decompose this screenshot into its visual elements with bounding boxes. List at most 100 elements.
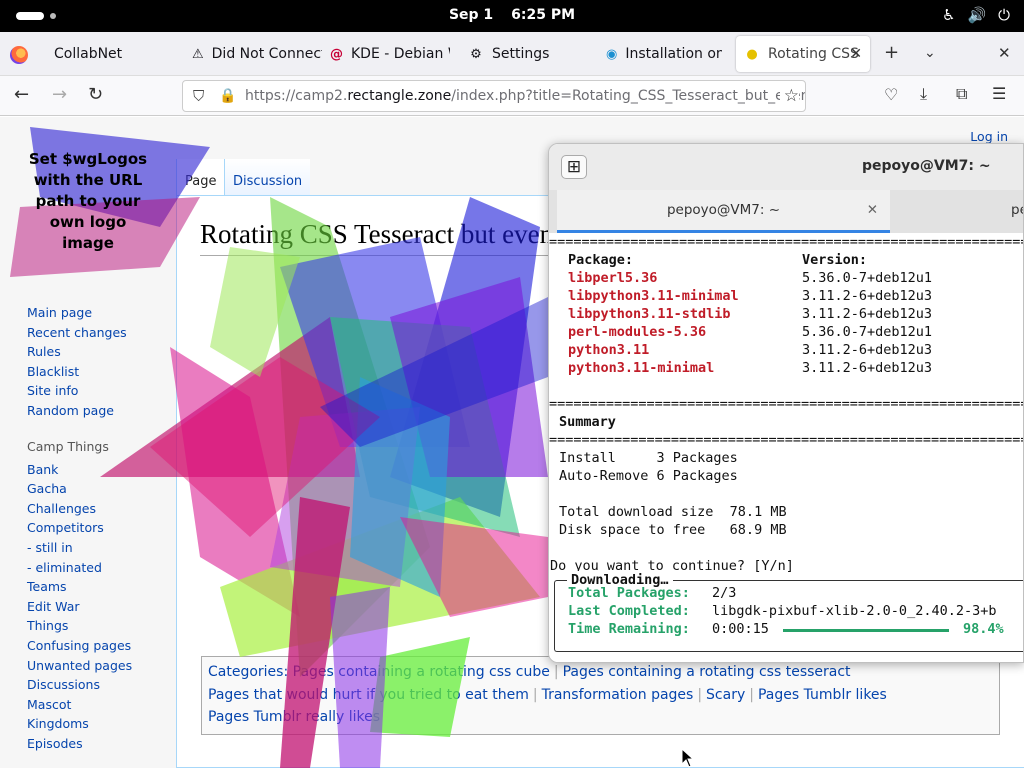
sidebar-link[interactable]: Things xyxy=(27,616,132,636)
sidebar-link[interactable]: Bank xyxy=(27,460,132,480)
tab-settings[interactable]: ⚙ Settings xyxy=(468,36,588,72)
url-path: /index.php?title=Rotating_CSS_Tesseract_… xyxy=(451,88,805,104)
sidebar-link[interactable]: Competitors xyxy=(27,518,132,538)
extensions-icon[interactable]: ⧉ xyxy=(956,84,967,104)
sidebar-link[interactable]: Teams xyxy=(27,577,132,597)
download-icon[interactable]: ⤓ xyxy=(920,84,927,104)
tab-kde-debian[interactable]: @ KDE - Debian Wiki xyxy=(330,36,450,72)
new-tab-icon[interactable]: + xyxy=(884,42,899,63)
category-link[interactable]: Transformation pages xyxy=(542,687,694,703)
sidebar-heading-camp: Camp Things xyxy=(27,438,109,454)
col-version: Version: xyxy=(802,252,868,268)
chevron-down-icon[interactable]: ⌄ xyxy=(924,45,936,61)
terminal-tab-2[interactable]: pe xyxy=(1011,190,1023,230)
address-bar[interactable]: ⛉ 🔒 https://camp2.rectangle.zone/index.p… xyxy=(182,80,806,112)
sidebar-link[interactable]: Random page xyxy=(27,401,132,421)
sidebar-link[interactable]: Gacha xyxy=(27,479,132,499)
package-version: 5.36.0-7+deb12u1 xyxy=(802,270,933,286)
back-icon[interactable]: ← xyxy=(14,84,29,105)
package-name: libpython3.11-minimal xyxy=(568,288,739,304)
debian-icon: @ xyxy=(330,46,343,62)
forward-icon[interactable]: → xyxy=(52,84,67,105)
terminal-tabs: pepoyo@VM7: ~ ✕ pe xyxy=(549,190,1023,233)
rule-line: ========================================… xyxy=(549,432,1023,448)
rule-line: ========================================… xyxy=(549,234,1023,250)
tab-label: Installation on Debian xyxy=(625,46,722,62)
total-packages-value: 2/3 xyxy=(712,585,737,601)
sidebar-link[interactable]: Mascot xyxy=(27,695,132,715)
tab-label: CollabNet xyxy=(54,46,123,62)
sidebar-link[interactable]: Recent changes xyxy=(27,323,132,343)
download-progress-bar xyxy=(783,629,949,632)
volume-icon[interactable]: 🔊 xyxy=(967,6,986,24)
terminal-header[interactable]: ⊞ pepoyo@VM7: ~ xyxy=(549,144,1023,190)
category-link[interactable]: Pages Tumblr really likes xyxy=(208,709,380,725)
sidebar-link[interactable]: Confusing pages xyxy=(27,636,132,656)
tab-did-not-connect[interactable]: ⚠ Did Not Connect xyxy=(192,36,322,72)
package-name: python3.11 xyxy=(568,342,650,358)
sidebar-link[interactable]: Main page xyxy=(27,303,132,323)
login-link[interactable]: Log in xyxy=(970,129,1008,144)
sidebar-link[interactable]: Unwanted pages xyxy=(27,656,132,676)
sidebar-link[interactable]: - still in xyxy=(27,538,132,558)
sidebar-link[interactable]: Kingdoms xyxy=(27,714,132,734)
pocket-icon[interactable]: ♡ xyxy=(884,85,898,104)
gear-icon: ⚙ xyxy=(470,46,482,62)
bookmark-star-icon[interactable]: ☆ xyxy=(779,81,799,111)
sidebar-link[interactable]: Challenges xyxy=(27,499,132,519)
download-size-line: Total download size 78.1 MB xyxy=(559,504,787,520)
category-separator: | xyxy=(749,686,754,703)
category-link[interactable]: Pages containing a rotating css cube xyxy=(293,664,550,680)
package-version: 3.11.2-6+deb12u3 xyxy=(802,288,933,304)
close-window-icon[interactable]: ✕ xyxy=(998,44,1011,62)
wiki-page: Page Discussion Log in Rotating CSS Tess… xyxy=(0,117,1024,768)
tab-rotating-css[interactable]: ● Rotating CSS ✕ xyxy=(736,36,870,72)
firefox-icon[interactable] xyxy=(10,46,28,64)
tab-discussion[interactable]: Discussion xyxy=(225,159,311,195)
last-completed-label: Last Completed: xyxy=(568,603,690,619)
menu-icon[interactable]: ☰ xyxy=(992,84,1006,103)
clock[interactable]: Sep 1 6:25 PM xyxy=(0,7,1024,23)
category-separator: | xyxy=(532,686,538,703)
sidebar-link[interactable]: Rules xyxy=(27,342,132,362)
sidebar-link[interactable]: - eliminated xyxy=(27,558,132,578)
sidebar-nav: Main page Recent changes Rules Blacklist Sit… xyxy=(27,303,132,421)
category-link[interactable]: Pages containing a rotating css tesserac… xyxy=(563,664,851,680)
sidebar-link[interactable]: Site info xyxy=(27,381,132,401)
sidebar-link[interactable]: Edit War xyxy=(27,597,132,617)
close-icon[interactable]: ✕ xyxy=(867,190,878,230)
col-package: Package: xyxy=(568,252,634,268)
navigation-bar: ← → ↻ ⛉ 🔒 https://camp2.rectangle.zone/i… xyxy=(0,76,1024,116)
categories-label[interactable]: Categories: xyxy=(208,664,288,680)
terminal-tab-label: pepoyo@VM7: ~ xyxy=(666,202,781,218)
accessibility-icon[interactable]: ♿ xyxy=(942,6,955,24)
category-link[interactable]: Scary xyxy=(706,687,745,703)
terminal-tab-1[interactable]: pepoyo@VM7: ~ ✕ xyxy=(557,190,890,233)
sidebar-link[interactable]: Discussions xyxy=(27,675,132,695)
system-tray[interactable]: ♿ 🔊 ⏻ xyxy=(942,6,1010,24)
shield-icon[interactable]: ⛉ xyxy=(193,81,204,111)
sidebar-link[interactable]: Blacklist xyxy=(27,362,132,382)
reload-icon[interactable]: ↻ xyxy=(88,84,103,105)
package-name: python3.11-minimal xyxy=(568,360,715,376)
package-name: perl-modules-5.36 xyxy=(568,324,707,340)
category-link[interactable]: Pages Tumblr likes xyxy=(758,687,887,703)
new-terminal-tab-icon[interactable]: ⊞ xyxy=(561,155,587,179)
lock-icon[interactable]: 🔒 xyxy=(219,81,236,111)
warning-icon: ⚠ xyxy=(192,46,204,62)
category-link[interactable]: Pages that would hurt if you tried to ea… xyxy=(208,687,529,703)
terminal-output[interactable]: ========================================… xyxy=(549,233,1023,662)
browser-tab-bar: CollabNet ⚠ Did Not Connect @ KDE - Debian… xyxy=(0,32,1024,76)
package-version: 3.11.2-6+deb12u3 xyxy=(802,360,933,376)
system-top-bar: Sep 1 6:25 PM ♿ 🔊 ⏻ xyxy=(0,0,1024,32)
autoremove-line: Auto-Remove 6 Packages xyxy=(559,468,738,484)
tab-page[interactable]: Page xyxy=(176,159,226,195)
sidebar-link[interactable]: Episodes xyxy=(27,734,132,754)
close-tab-icon[interactable]: ✕ xyxy=(850,46,862,62)
terminal-window[interactable]: ⊞ pepoyo@VM7: ~ pepoyo@VM7: ~ ✕ pe ======… xyxy=(548,143,1024,663)
tab-installation[interactable]: ◉ Installation on Debian xyxy=(606,36,722,72)
package-version: 3.11.2-6+deb12u3 xyxy=(802,342,933,358)
site-logo-placeholder[interactable]: Set $wgLogos with the URL path to your o… xyxy=(22,149,154,254)
tab-collabnet[interactable]: CollabNet xyxy=(44,36,182,72)
power-icon[interactable]: ⏻ xyxy=(998,6,1010,24)
